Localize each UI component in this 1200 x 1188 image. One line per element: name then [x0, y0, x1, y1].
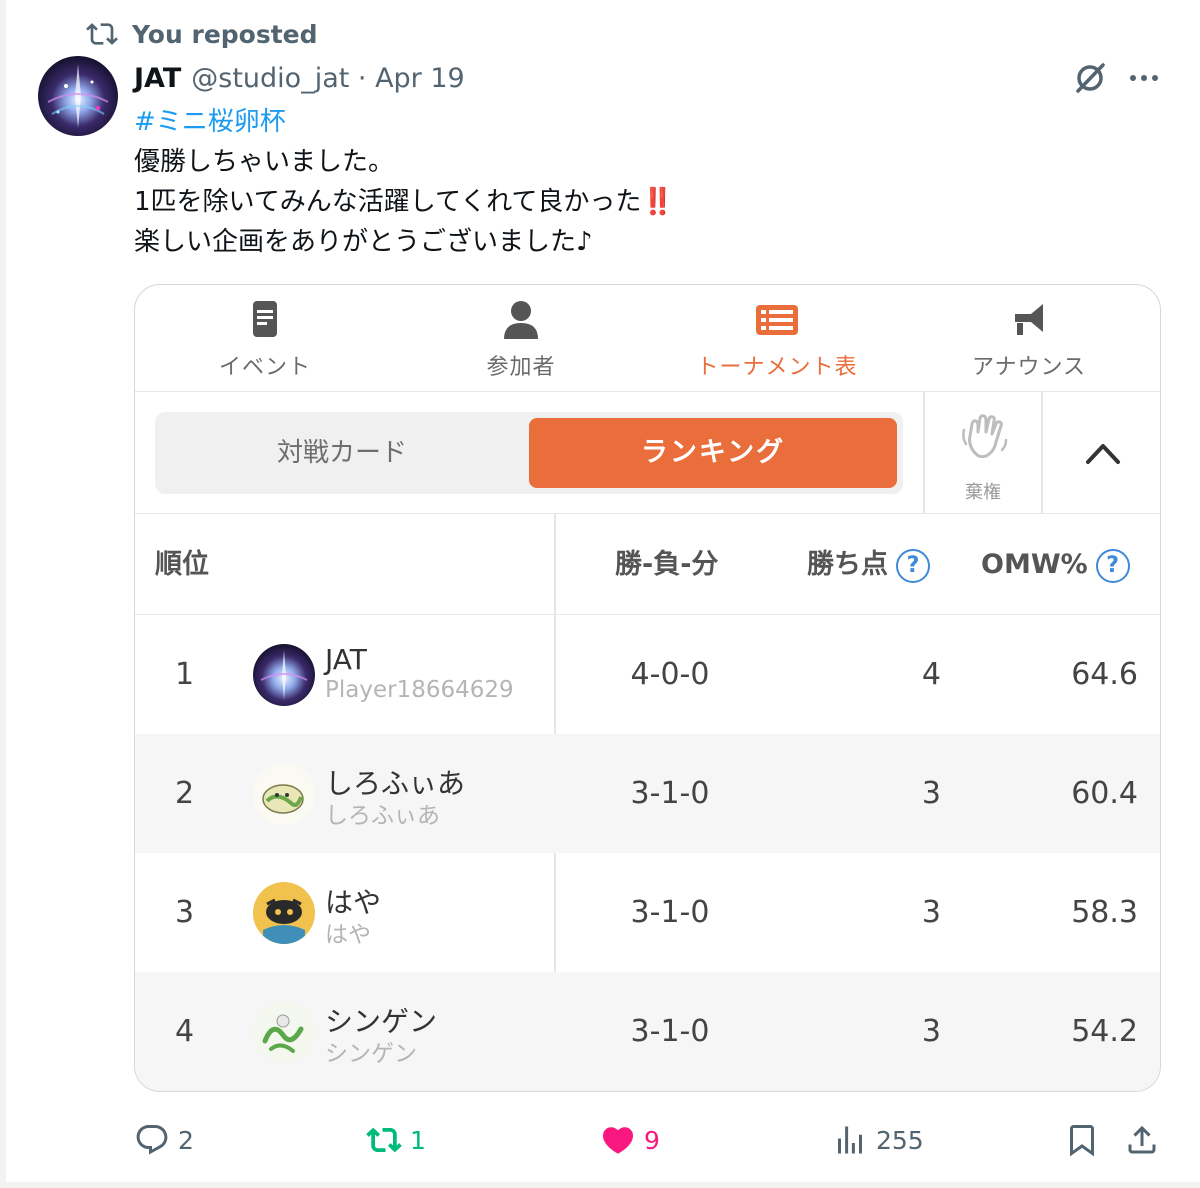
player-avatar [253, 882, 315, 944]
table-header: 順位 勝-負-分 勝ち点? OMW%? [135, 514, 1160, 615]
frame-left-edge [0, 0, 6, 1188]
row-record: 3-1-0 [630, 776, 710, 811]
bookmark-icon [1070, 1125, 1094, 1157]
row-record: 3-1-0 [630, 895, 710, 930]
row-omw: 54.2 [1071, 1014, 1138, 1049]
view-toolbar: 対戦カード ランキング 棄権 [135, 392, 1160, 514]
bookmark-button[interactable] [1064, 1120, 1100, 1160]
like-count: 9 [644, 1125, 660, 1155]
row-omw: 64.6 [1071, 657, 1138, 692]
reply-count: 2 [178, 1125, 194, 1155]
more-icon[interactable] [1124, 62, 1164, 94]
heart-icon [602, 1127, 634, 1154]
repost-label: You reposted [132, 19, 318, 49]
row-points: 3 [921, 776, 941, 811]
player-id: はや [325, 922, 371, 948]
frame-bottom-edge [0, 1182, 1200, 1188]
header-points: 勝ち点? [807, 514, 930, 615]
author-name[interactable]: JAT [134, 63, 181, 94]
tweet-header: JAT @studio_jat · Apr 19 [134, 58, 465, 98]
repost-icon [366, 1127, 402, 1153]
table-row[interactable]: 1 JAT Player18664629 4-0-0 4 64.6 [135, 615, 1160, 734]
player-id: しろふぃあ [325, 803, 440, 829]
header-record: 勝-負-分 [615, 549, 719, 580]
author-avatar[interactable] [38, 56, 118, 136]
tab-bar: イベント 参加者 トーナメント表 アナウンス [135, 285, 1160, 392]
player-id: Player18664629 [325, 677, 514, 703]
raised-hand-icon [962, 414, 1008, 459]
table-row[interactable]: 4 シンゲン シンゲン 3-1-0 3 54.2 [135, 972, 1160, 1091]
tweet-line-2: 1匹を除いてみんな活躍してくれて良かった‼️ [134, 182, 674, 222]
collapse-button[interactable] [1043, 392, 1160, 514]
table-row[interactable]: 3 はや はや 3-1-0 3 58.3 [135, 853, 1160, 972]
repost-icon [86, 23, 118, 45]
forfeit-button[interactable]: 棄権 [925, 392, 1041, 514]
like-button[interactable]: 9 [600, 1120, 660, 1160]
repost-count: 1 [410, 1125, 426, 1155]
tweet-actions: 2 1 9 255 [0, 1112, 1200, 1168]
hashtag-link[interactable]: #ミニ桜卵杯 [134, 107, 286, 137]
chevron-up-icon [1086, 444, 1120, 464]
double-exclamation-emoji: ‼️ [641, 187, 673, 217]
points-help-icon[interactable]: ? [896, 548, 930, 583]
grok-icon[interactable] [1070, 58, 1110, 98]
view-segment-control: 対戦カード ランキング [155, 412, 903, 494]
tab-participants-label: 参加者 [486, 355, 556, 380]
row-points: 3 [921, 1014, 941, 1049]
author-handle-date[interactable]: @studio_jat · Apr 19 [191, 63, 464, 94]
tab-tournament-label: トーナメント表 [696, 355, 858, 380]
row-rank: 1 [175, 657, 195, 692]
table-row[interactable]: 2 しろふぃあ しろふぃあ 3-1-0 3 60.4 [135, 734, 1160, 853]
tab-participants[interactable]: 参加者 [393, 285, 649, 392]
header-rank: 順位 [155, 549, 209, 580]
document-icon [253, 301, 277, 337]
tournament-screenshot[interactable]: イベント 参加者 トーナメント表 アナウンス 対戦カード ランキング 棄権 順位… [134, 284, 1161, 1092]
row-points: 3 [921, 895, 941, 930]
player-name: JAT [325, 643, 367, 676]
ranking-segment[interactable]: ランキング [529, 418, 897, 488]
person-icon [504, 301, 538, 339]
tweet-line-3: 楽しい企画をありがとうございました♪ [134, 227, 593, 257]
reply-button[interactable]: 2 [134, 1120, 194, 1160]
row-rank: 2 [175, 776, 195, 811]
row-rank: 4 [175, 1014, 195, 1049]
view-count: 255 [876, 1125, 924, 1155]
share-icon [1128, 1125, 1156, 1154]
row-record: 4-0-0 [630, 657, 710, 692]
share-button[interactable] [1124, 1120, 1160, 1160]
megaphone-icon [1015, 304, 1043, 335]
bracket-icon [756, 305, 798, 335]
player-avatar [253, 644, 315, 706]
player-id: シンゲン [325, 1041, 417, 1067]
tab-announce-label: アナウンス [971, 355, 1087, 380]
tweet-line-1: 優勝しちゃいました。 [134, 147, 395, 177]
tab-announce[interactable]: アナウンス [901, 285, 1157, 392]
views-button[interactable]: 255 [832, 1120, 924, 1160]
tweet-line-2-text: 1匹を除いてみんな活躍してくれて良かった [134, 187, 642, 217]
reply-icon [136, 1125, 168, 1155]
tab-tournament[interactable]: トーナメント表 [649, 285, 905, 392]
forfeit-label: 棄権 [965, 482, 1001, 503]
repost-button[interactable]: 1 [366, 1120, 426, 1160]
views-icon [838, 1126, 862, 1154]
repost-indicator[interactable]: You reposted [86, 18, 318, 50]
tab-event[interactable]: イベント [137, 285, 393, 392]
row-omw: 58.3 [1071, 895, 1138, 930]
row-record: 3-1-0 [630, 1014, 710, 1049]
row-omw: 60.4 [1071, 776, 1138, 811]
tab-event-label: イベント [218, 355, 311, 380]
header-omw: OMW%? [981, 514, 1130, 615]
player-avatar [253, 1001, 315, 1063]
player-avatar [253, 763, 315, 825]
row-points: 4 [921, 657, 941, 692]
tweet-body: #ミニ桜卵杯 優勝しちゃいました。 1匹を除いてみんな活躍してくれて良かった‼️… [134, 102, 674, 262]
row-rank: 3 [175, 895, 195, 930]
matchups-segment[interactable]: 対戦カード [155, 412, 529, 494]
omw-help-icon[interactable]: ? [1095, 548, 1130, 583]
